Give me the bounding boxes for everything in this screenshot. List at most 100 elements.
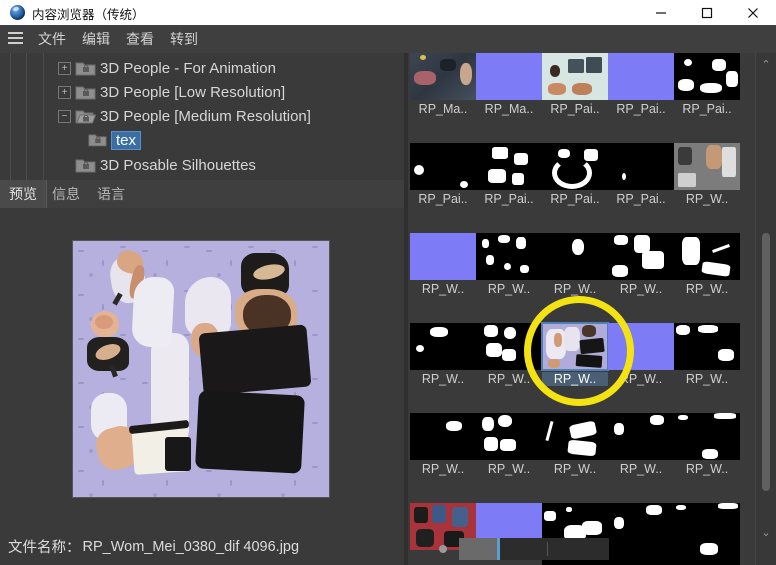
thumbnail-item[interactable]: RP_Ma.. bbox=[476, 53, 542, 116]
tab-preview[interactable]: 预览 bbox=[0, 180, 47, 208]
thumbnail-image bbox=[410, 413, 476, 460]
tab-language[interactable]: 语言 bbox=[88, 180, 134, 208]
slider-fill bbox=[459, 538, 497, 560]
thumbnail-label: RP_W.. bbox=[685, 282, 729, 296]
thumbnail-label: RP_W.. bbox=[487, 462, 531, 476]
minimize-button[interactable] bbox=[638, 0, 684, 25]
blue-orb-icon bbox=[10, 5, 25, 20]
slider-handle[interactable] bbox=[497, 538, 500, 560]
maximize-button[interactable] bbox=[684, 0, 730, 25]
menu-item-list: 文件 编辑 查看 转到 bbox=[30, 25, 206, 53]
thumbnail-item[interactable]: RP_W.. bbox=[608, 233, 674, 296]
thumbnail-item[interactable]: RP_W.. bbox=[410, 233, 476, 296]
thumbnail-image bbox=[608, 233, 674, 280]
thumbnail-item-selected[interactable]: RP_W.. bbox=[541, 322, 609, 386]
menu-file[interactable]: 文件 bbox=[30, 29, 74, 49]
tree-row[interactable]: − 3D People [Medium Resolution] bbox=[0, 103, 390, 129]
thumbnail-label: RP_Pai.. bbox=[418, 192, 468, 206]
thumbnail-item[interactable]: RP_W.. bbox=[476, 323, 542, 386]
tree-item-label-selected[interactable]: tex bbox=[111, 130, 142, 150]
thumbnail-label: RP_Pai.. bbox=[616, 102, 666, 116]
thumbnail-image bbox=[674, 503, 740, 565]
menu-go[interactable]: 转到 bbox=[162, 29, 206, 49]
tree-expander[interactable]: + bbox=[58, 86, 71, 99]
thumbnail-image bbox=[410, 233, 476, 280]
tree-row[interactable]: + 3D People - For Animation bbox=[0, 55, 390, 81]
thumbnail-image bbox=[476, 53, 542, 100]
menu-bar: 文件 编辑 查看 转到 bbox=[0, 25, 776, 75]
thumbnail-item[interactable]: RP_W.. bbox=[674, 323, 740, 386]
slider-small-icon bbox=[439, 545, 447, 553]
thumbnail-image bbox=[476, 413, 542, 460]
thumbnail-image bbox=[541, 322, 609, 371]
tree-row[interactable]: + 3D People [Low Resolution] bbox=[0, 79, 390, 105]
thumbnail-label: RP_Ma.. bbox=[418, 102, 468, 116]
thumbnail-image bbox=[410, 143, 476, 190]
thumbnail-item[interactable]: RP_Pai.. bbox=[476, 143, 542, 206]
status-bar: 文件名称： RP_Wom_Mei_0380_dif 4096.jpg bbox=[0, 528, 404, 565]
tree-expander[interactable]: + bbox=[58, 62, 71, 75]
filename-label: 文件名称： bbox=[8, 540, 81, 556]
thumbnail-label: RP_W.. bbox=[487, 372, 531, 386]
thumbnail-scrollbar-thumb[interactable] bbox=[762, 233, 770, 491]
window-controls bbox=[638, 0, 776, 25]
thumbnail-label: RP_Pai.. bbox=[616, 192, 666, 206]
menu-edit[interactable]: 编辑 bbox=[74, 29, 118, 49]
thumbnail-image bbox=[608, 53, 674, 100]
thumbnail-item[interactable]: RP_W.. bbox=[542, 233, 608, 296]
thumbnail-item[interactable]: RP_Ma.. bbox=[410, 53, 476, 116]
folder-tree[interactable]: + 3D People - For Animation + 3D People … bbox=[0, 53, 404, 180]
thumbnail-image bbox=[674, 233, 740, 280]
thumbnail-item[interactable]: RP_W.. bbox=[410, 323, 476, 386]
menu-view[interactable]: 查看 bbox=[118, 29, 162, 49]
thumbnail-label: RP_W.. bbox=[685, 462, 729, 476]
thumbnail-item[interactable]: RP_Pai.. bbox=[410, 143, 476, 206]
thumbnail-label: RP_W.. bbox=[619, 462, 663, 476]
thumbnail-item[interactable]: RP_Pai.. bbox=[674, 53, 740, 116]
thumbnail-item[interactable]: RP_W.. bbox=[608, 413, 674, 476]
thumbnail-label: RP_Pai.. bbox=[550, 192, 600, 206]
thumbnail-item[interactable]: RP_Pai.. bbox=[542, 143, 608, 206]
window-title: 内容浏览器（传统） bbox=[32, 8, 145, 22]
chevron-up-icon[interactable]: ⌃ bbox=[756, 55, 776, 73]
slider-tick bbox=[547, 542, 548, 556]
tree-row[interactable]: tex bbox=[0, 127, 390, 153]
chevron-down-icon[interactable]: ⌄ bbox=[756, 523, 776, 541]
thumbnail-label: RP_W.. bbox=[553, 282, 597, 296]
thumbnail-image bbox=[542, 413, 608, 460]
thumbnail-scrollbar[interactable]: ⌃ ⌄ bbox=[755, 53, 776, 565]
thumbnail-item[interactable]: RP_W.. bbox=[674, 233, 740, 296]
thumbnail-item[interactable]: RP_W.. bbox=[608, 323, 674, 386]
folder-locked-icon bbox=[75, 60, 96, 76]
thumbnail-item[interactable]: RP_Pai.. bbox=[608, 53, 674, 116]
thumbnail-item[interactable]: RP_W.. bbox=[674, 413, 740, 476]
tree-expander[interactable]: − bbox=[58, 110, 71, 123]
thumbnail-item[interactable]: RP_W.. bbox=[410, 413, 476, 476]
preview-tabbar: 预览 信息 语言 bbox=[0, 180, 404, 209]
thumbnail-item[interactable]: RP_Pai.. bbox=[542, 53, 608, 116]
preview-panel bbox=[0, 208, 404, 528]
thumbnail-image bbox=[674, 323, 740, 370]
thumbnail-item[interactable]: RP_W.. bbox=[542, 413, 608, 476]
thumbnail-item[interactable]: RP_W.. bbox=[674, 143, 740, 206]
thumbnail-label: RP_Ma.. bbox=[484, 102, 534, 116]
slider-track[interactable] bbox=[459, 538, 609, 560]
tab-info[interactable]: 信息 bbox=[43, 180, 89, 208]
thumbnail-label: RP_W.. bbox=[542, 372, 608, 386]
thumbnail-image bbox=[476, 323, 542, 370]
tree-row[interactable]: 3D Posable Silhouettes bbox=[0, 152, 390, 178]
thumbnail-item[interactable]: RP_Pai.. bbox=[608, 143, 674, 206]
folder-open-locked-icon bbox=[75, 108, 97, 124]
hamburger-icon[interactable] bbox=[8, 32, 23, 45]
thumbnail-item[interactable]: RP_W.. bbox=[476, 233, 542, 296]
thumbnail-grid[interactable]: RP_Ma.. RP_Ma.. RP_Pai.. RP_Pai.. RP_Pai… bbox=[408, 53, 756, 565]
thumbnail-size-slider[interactable] bbox=[430, 538, 620, 560]
texture-preview-image bbox=[73, 241, 329, 497]
thumbnail-image bbox=[410, 323, 476, 370]
close-button[interactable] bbox=[730, 0, 776, 25]
thumbnail-label: RP_W.. bbox=[619, 372, 663, 386]
thumbnail-item[interactable]: RP_W bbox=[674, 503, 740, 565]
thumbnail-image bbox=[608, 143, 674, 190]
thumbnail-image bbox=[608, 323, 674, 370]
thumbnail-item[interactable]: RP_W.. bbox=[476, 413, 542, 476]
